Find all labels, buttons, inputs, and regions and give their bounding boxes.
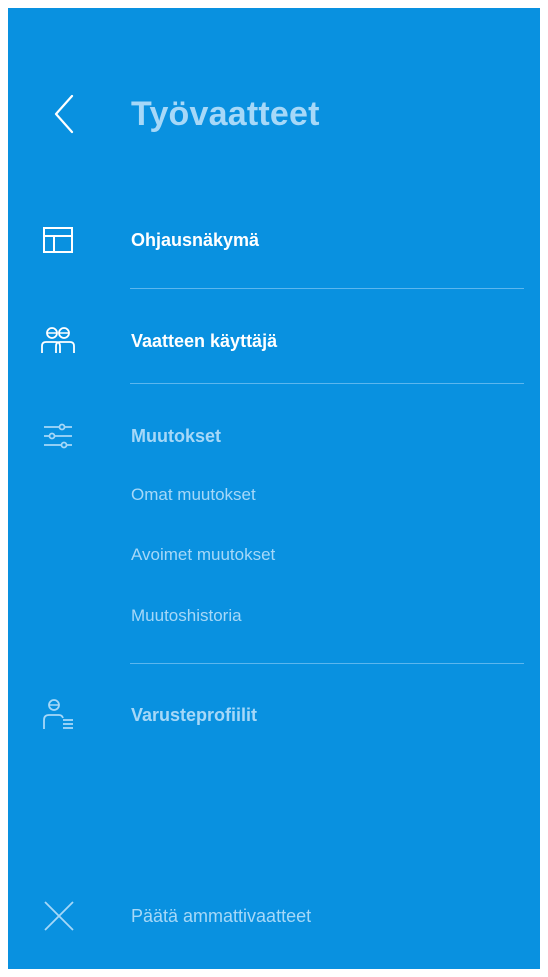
- nav-label-muutokset: Muutokset: [131, 426, 221, 446]
- chevron-left-icon: [54, 94, 74, 134]
- close-label: Päätä ammattivaatteet: [131, 906, 312, 926]
- nav-item-varusteprofiilit[interactable]: Varusteprofiilit: [8, 685, 540, 745]
- user-list-icon: [43, 699, 73, 729]
- close-icon: [44, 901, 74, 931]
- nav-label-varusteprofiilit: Varusteprofiilit: [131, 705, 258, 725]
- back-button[interactable]: [50, 92, 80, 136]
- dashboard-layout-icon: [43, 227, 73, 253]
- sliders-icon: [44, 423, 72, 449]
- navigation-panel: Työvaatteet Ohjausnäkymä Vaatteen käyttä…: [8, 8, 540, 969]
- nav-item-vaatteen-kayttaja[interactable]: Vaatteen käyttäjä: [8, 311, 540, 371]
- nav-item-muutokset[interactable]: Muutokset: [8, 406, 540, 466]
- subitem-omat-muutokset[interactable]: Omat muutokset: [131, 477, 256, 513]
- nav-label-vaatteen-kayttaja: Vaatteen käyttäjä: [131, 331, 278, 351]
- divider: [130, 288, 524, 289]
- page-title: Työvaatteet: [131, 95, 320, 133]
- nav-label-ohjausnakyma: Ohjausnäkymä: [131, 230, 260, 250]
- users-icon: [41, 327, 75, 353]
- divider: [130, 383, 524, 384]
- subitem-muutoshistoria[interactable]: Muutoshistoria: [131, 598, 242, 634]
- nav-item-ohjausnakyma[interactable]: Ohjausnäkymä: [8, 210, 540, 270]
- divider: [130, 663, 524, 664]
- subitem-avoimet-muutokset[interactable]: Avoimet muutokset: [131, 537, 275, 573]
- close-button[interactable]: Päätä ammattivaatteet: [8, 886, 540, 946]
